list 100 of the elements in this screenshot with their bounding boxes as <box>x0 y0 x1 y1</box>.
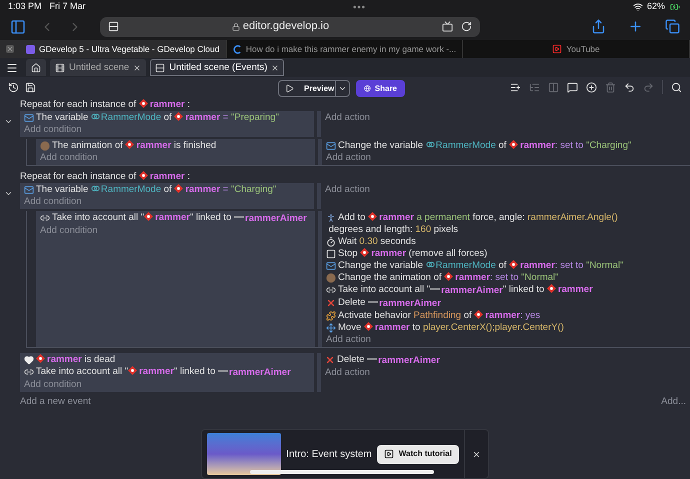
video-logo-icon <box>552 44 562 54</box>
close-tab-icon[interactable] <box>6 45 14 54</box>
add-more-link[interactable]: Add... <box>661 394 686 409</box>
event-text: seconds <box>379 236 416 248</box>
reload-icon[interactable] <box>461 21 472 32</box>
sidebar-icon[interactable] <box>10 18 26 35</box>
event-text: Change the animation of <box>338 272 443 284</box>
comment-icon[interactable] <box>567 82 578 93</box>
event-text: The variable <box>36 112 90 124</box>
tabs-icon[interactable] <box>665 19 680 34</box>
string-value: "Preparing" <box>231 112 279 124</box>
object-icon <box>138 170 148 180</box>
event-text: Change the variable <box>338 140 424 152</box>
add-action-link[interactable]: Add action <box>325 184 370 196</box>
globe-icon <box>364 84 371 94</box>
add-condition-link[interactable]: Add condition <box>40 224 98 237</box>
new-tab-icon[interactable] <box>628 19 643 34</box>
close-icon[interactable] <box>133 64 142 72</box>
object-icon <box>509 140 518 149</box>
object-name: rammer <box>136 140 172 151</box>
forum-logo-icon <box>232 44 242 54</box>
event-text: Take into account all " <box>36 366 128 378</box>
tutorial-title: Intro: Event system <box>286 448 372 462</box>
variable-icon <box>426 140 435 149</box>
object-icon <box>138 98 148 108</box>
object-icon <box>125 140 134 149</box>
string-value: "Charging" <box>586 140 632 152</box>
event-text: is dead <box>83 354 116 366</box>
object-name: rammer <box>139 366 174 378</box>
event-text: (remove all forces) <box>408 248 488 260</box>
event-text: of <box>497 260 508 272</box>
event-text: is finished <box>172 140 216 152</box>
string-value: "Normal" <box>586 260 624 272</box>
event-text: Change the variable <box>338 260 424 272</box>
event-text: The animation of <box>52 140 124 152</box>
object-icon <box>144 212 154 222</box>
expression-value: rammerAimer.Angle() <box>528 212 618 224</box>
delete-icon <box>326 298 336 308</box>
close-icon[interactable] <box>472 450 481 458</box>
string-value: a permanent <box>416 212 470 224</box>
lock-icon <box>232 22 240 31</box>
puzzle-icon <box>326 310 336 321</box>
close-icon[interactable] <box>271 64 280 72</box>
object-name: rammer <box>371 248 406 259</box>
add-condition-link[interactable]: Add condition <box>24 196 82 208</box>
expression-value: player.CenterX();player.CenterY() <box>422 322 564 334</box>
share-icon[interactable] <box>591 19 606 34</box>
add-action-link[interactable]: Add action <box>325 366 370 379</box>
object-name: rammerAimer <box>378 354 440 366</box>
object-name: rammer <box>155 212 190 224</box>
object-name: rammer <box>485 310 520 321</box>
add-action-link[interactable]: Add action <box>326 334 371 346</box>
app-logo-icon <box>26 44 35 54</box>
behavior-name: Pathfinding <box>414 310 462 322</box>
menu-icon[interactable] <box>6 62 18 74</box>
variable-name: RammerMode <box>436 140 496 151</box>
link-icon <box>24 367 34 378</box>
browser-tab[interactable]: GDevelop 5 - Ultra Vegetable - GDevelop Cloud <box>0 40 227 58</box>
preview-button[interactable]: Preview <box>278 80 350 98</box>
object-name: rammer <box>520 260 555 271</box>
editor-tab[interactable]: Untitled scene (Events) <box>150 59 284 76</box>
events-icon <box>155 62 166 73</box>
add-icon[interactable] <box>586 82 597 93</box>
editor-tab[interactable] <box>26 59 46 76</box>
wifi-icon <box>632 2 643 12</box>
object-name: rammer <box>558 284 593 296</box>
watch-tutorial-button[interactable]: Watch tutorial <box>376 444 459 464</box>
add-event-icon[interactable] <box>510 82 521 93</box>
tab-title: GDevelop 5 - Ultra Vegetable - GDevelop Cloud <box>39 42 220 56</box>
add-action-link[interactable]: Add action <box>325 112 370 124</box>
operator-text: = <box>222 112 230 124</box>
add-condition-link[interactable]: Add condition <box>40 152 98 164</box>
string-value: "Charging" <box>231 184 276 196</box>
address-bar[interactable]: editor.gdevelop.io <box>100 16 480 37</box>
object-name: rammerAimer <box>229 366 291 378</box>
add-action-link[interactable]: Add action <box>326 152 371 164</box>
move-icon <box>326 322 336 333</box>
add-condition-link[interactable]: Add condition <box>24 378 82 391</box>
undo-icon[interactable] <box>624 82 635 93</box>
heart-icon <box>24 354 34 365</box>
object-name: rammer <box>150 170 185 182</box>
operator-text: : set to <box>554 260 584 272</box>
search-icon[interactable] <box>671 82 682 93</box>
tab-label: Untitled scene <box>69 60 130 75</box>
more-dots-icon <box>353 4 366 9</box>
save-icon[interactable] <box>25 82 36 93</box>
object-name: rammer <box>185 112 220 123</box>
event-text: Activate behavior <box>338 310 412 322</box>
operator-text: : set to <box>490 272 520 284</box>
editor-tab[interactable]: Untitled scene <box>50 59 146 76</box>
add-condition-link[interactable]: Add condition <box>24 124 82 136</box>
event-text: Move <box>338 322 362 334</box>
event-text: degrees and length: <box>328 224 414 236</box>
history-icon[interactable] <box>8 82 19 93</box>
reader-icon[interactable] <box>108 21 119 32</box>
status-date: Fri 7 Mar <box>50 0 86 13</box>
object-name: rammerAimer <box>245 212 307 224</box>
add-event-link[interactable]: Add a new event <box>20 394 91 409</box>
share-button[interactable]: Share <box>356 80 405 98</box>
oval-icon <box>40 140 50 151</box>
